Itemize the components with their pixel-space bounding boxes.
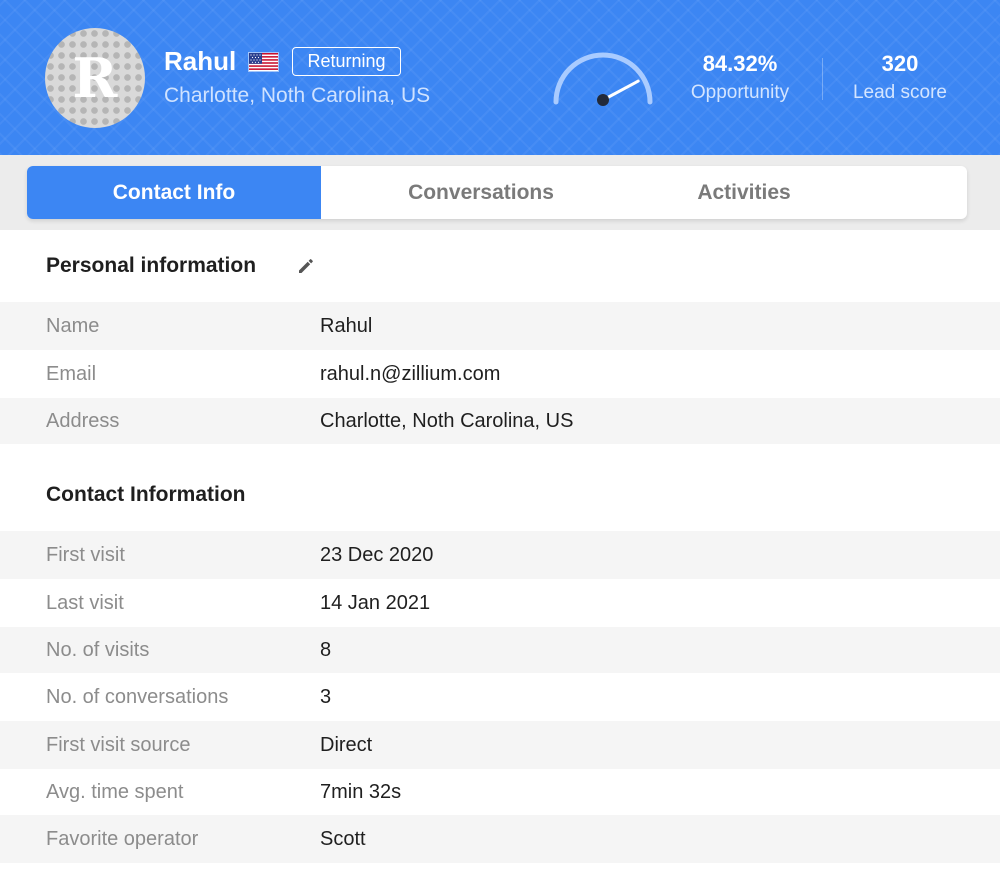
info-row-email: Email rahul.n@zillium.com bbox=[0, 350, 1000, 398]
tab-bar: Contact Info Conversations Activities bbox=[27, 166, 967, 219]
personal-info-title: Personal information bbox=[46, 254, 257, 277]
row-label: Email bbox=[46, 362, 97, 385]
opportunity-gauge bbox=[553, 52, 653, 106]
row-value: Rahul bbox=[320, 314, 373, 337]
row-value: 3 bbox=[320, 685, 332, 708]
visitor-header: R Rahul Returning Charlotte, Noth Caroli… bbox=[0, 0, 1000, 155]
us-flag-icon bbox=[248, 52, 279, 72]
row-value: Scott bbox=[320, 827, 366, 850]
info-row-first-visit-source: First visit source Direct bbox=[0, 721, 1000, 769]
gauge-hub bbox=[597, 94, 609, 106]
tab-conversations[interactable]: Conversations bbox=[321, 166, 641, 219]
row-value: 7min 32s bbox=[320, 780, 402, 803]
avatar: R bbox=[45, 28, 145, 128]
row-value: Charlotte, Noth Carolina, US bbox=[320, 409, 574, 432]
tabs-strip: Contact Info Conversations Activities bbox=[0, 155, 1000, 230]
row-label: First visit bbox=[46, 543, 125, 566]
row-label: Name bbox=[46, 314, 100, 337]
info-row-name: Name Rahul bbox=[0, 302, 1000, 350]
row-label: No. of visits bbox=[46, 638, 150, 661]
row-value: Direct bbox=[320, 733, 373, 756]
metric-divider bbox=[822, 58, 823, 100]
row-label: Favorite operator bbox=[46, 827, 199, 850]
avatar-initial: R bbox=[72, 46, 118, 110]
opportunity-value: 84.32% bbox=[702, 51, 778, 76]
pencil-icon[interactable] bbox=[296, 256, 316, 276]
row-label: Avg. time spent bbox=[46, 780, 184, 803]
info-row-conversations: No. of conversations 3 bbox=[0, 673, 1000, 721]
row-value: 23 Dec 2020 bbox=[320, 543, 434, 566]
row-label: Last visit bbox=[46, 591, 124, 614]
tab-contact-info[interactable]: Contact Info bbox=[27, 166, 321, 219]
info-row-avg-time: Avg. time spent 7min 32s bbox=[0, 769, 1000, 815]
lead-score-label: Lead score bbox=[852, 82, 947, 103]
info-row-first-visit: First visit 23 Dec 2020 bbox=[0, 531, 1000, 579]
row-value: 14 Jan 2021 bbox=[320, 591, 431, 614]
status-badge: Returning bbox=[292, 47, 401, 76]
contact-info-title: Contact Information bbox=[46, 483, 246, 506]
row-label: First visit source bbox=[46, 733, 191, 756]
row-label: Address bbox=[46, 409, 120, 432]
info-row-favorite-operator: Favorite operator Scott bbox=[0, 815, 1000, 863]
info-row-address: Address Charlotte, Noth Carolina, US bbox=[0, 398, 1000, 444]
row-label: No. of conversations bbox=[46, 685, 229, 708]
info-row-last-visit: Last visit 14 Jan 2021 bbox=[0, 579, 1000, 627]
visitor-location: Charlotte, Noth Carolina, US bbox=[164, 84, 431, 107]
tab-activities[interactable]: Activities bbox=[641, 166, 847, 219]
visitor-name: Rahul bbox=[164, 46, 237, 76]
row-value[interactable]: rahul.n@zillium.com bbox=[320, 350, 500, 398]
opportunity-label: Opportunity bbox=[690, 82, 790, 103]
lead-score-value: 320 bbox=[881, 51, 919, 76]
row-value: 8 bbox=[320, 638, 332, 661]
info-row-visits: No. of visits 8 bbox=[0, 627, 1000, 673]
